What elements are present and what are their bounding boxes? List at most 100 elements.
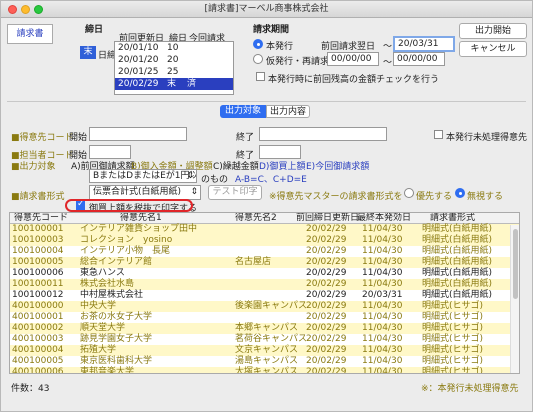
output-target-label: ■出力対象	[11, 162, 56, 172]
condition-select[interactable]: BまたはDまたはEが1円以上 ⇕	[89, 169, 197, 183]
separator	[7, 101, 526, 102]
invoice-form-select[interactable]: 伝票合計式(白紙用紙) ⇕	[89, 185, 201, 200]
table-row[interactable]: 400100001 お茶の水女子大学 20/02/29 11/04/30 明細式(ヒサゴ…	[10, 312, 519, 323]
table-row[interactable]: 400100002 順天堂大学 本郷キャンパス 20/02/29 11/04/30 明細式…	[10, 323, 519, 334]
cell-code: 400100002	[12, 323, 64, 333]
cutoff-row[interactable]: 20/01/25 25	[115, 66, 233, 78]
prefer-radio[interactable]	[404, 188, 414, 198]
staff-end-input[interactable]	[259, 145, 301, 159]
window-title: [請求書]マーベル商事株式会社	[204, 4, 329, 14]
period-label: 請求期間	[253, 25, 290, 35]
cell-last: 11/04/30	[362, 312, 403, 322]
invoice-form-label: ■請求書形式	[11, 192, 65, 202]
target-e: E)今回御請求額	[306, 162, 370, 172]
table-row[interactable]: 100100006 東急ハンス 20/02/29 11/04/30 明細式(白紙用紙)	[10, 268, 519, 279]
cutoff-row-selected[interactable]: 20/02/29 末済	[115, 78, 233, 90]
cutoff-label: 締日	[85, 25, 104, 35]
cell-form: 明細式(ヒサゴ)	[422, 312, 484, 322]
cutoff-row[interactable]: 20/01/10 10	[115, 42, 233, 54]
close-window-icon[interactable]	[8, 5, 17, 14]
cell-code: 400100003	[12, 334, 64, 344]
zoom-window-icon[interactable]	[34, 5, 43, 14]
unprocessed-checkbox[interactable]	[434, 130, 443, 139]
cell-name1: 跡見学園女子大学	[80, 334, 153, 344]
cell-prev: 20/02/29	[306, 367, 347, 374]
cell-name1: インテリア小物 長尾	[80, 246, 171, 256]
cell-form: 明細式(白紙用紙)	[422, 235, 493, 245]
table-row[interactable]: 100100003 コレクション yosino 20/02/29 11/04/30 明細…	[10, 235, 519, 246]
table-row[interactable]: 400100005 東京医科歯科大学 湯島キャンパス 20/02/29 11/04/30…	[10, 356, 519, 367]
balance-check-checkbox[interactable]	[256, 72, 265, 81]
start-output-button[interactable]: 出力開始	[459, 23, 527, 39]
title-bar: [請求書]マーベル商事株式会社	[1, 1, 532, 18]
issue-radio[interactable]	[253, 39, 263, 49]
target-c: C)繰越金額	[213, 162, 259, 172]
cell-code: 100100001	[12, 224, 64, 234]
reissue-to-input[interactable]: 00/00/00	[393, 52, 445, 66]
staff-start-input[interactable]	[89, 145, 131, 159]
header-code[interactable]: 得意先コード	[14, 213, 68, 224]
cutoff-list[interactable]: 20/01/10 10 20/01/20 20 20/01/25 25 20/02/2…	[114, 41, 234, 95]
cell-name1: お茶の水女子大学	[80, 312, 153, 322]
table-row[interactable]: 400100003 跡見学園女子大学 茗荷谷キャンパス 20/02/29 11/04/3…	[10, 334, 519, 345]
minimize-window-icon[interactable]	[21, 5, 30, 14]
cell-name1: 総合インテリア館	[80, 257, 153, 267]
header-prev[interactable]: 前回締日更新日	[296, 213, 359, 224]
header-last[interactable]: 最終本発効日	[357, 213, 411, 224]
header-form[interactable]: 請求書形式	[430, 213, 475, 224]
condition-hint: A-B=C、C+D=E	[235, 175, 307, 185]
cell-last: 11/04/30	[362, 279, 403, 289]
table-row[interactable]: 100100004 インテリア小物 長尾 20/02/29 11/04/30 明細式(白…	[10, 246, 519, 257]
table-header: 得意先コード 得意先名1 得意先名2 前回締日更新日 最終本発効日 請求書形式	[10, 213, 519, 224]
tab-output-content[interactable]: 出力内容	[266, 105, 310, 118]
table-row[interactable]: 100100005 総合インテリア館 名古屋店 20/02/29 11/04/30 明細式…	[10, 257, 519, 268]
tab-output-target[interactable]: 出力対象	[220, 105, 266, 118]
unprocessed-label: 本発行未処理得意先	[446, 133, 528, 143]
test-print-button[interactable]: テスト印字	[208, 185, 262, 200]
cancel-button[interactable]: キャンセル	[459, 41, 527, 57]
cell-last: 11/04/30	[362, 235, 403, 245]
period-to-input[interactable]: 20/03/31	[393, 36, 455, 52]
cell-prev: 20/02/29	[306, 235, 347, 245]
tab-invoice[interactable]: 請求書	[7, 24, 53, 44]
table-row[interactable]: 400100000 中央大学 後楽園キャンパス 20/02/29 11/04/30 明細式…	[10, 301, 519, 312]
cell-form: 明細式(白紙用紙)	[422, 257, 493, 267]
cell-form: 明細式(白紙用紙)	[422, 290, 493, 300]
cell-last: 11/04/30	[362, 345, 403, 355]
cutoff-day-button[interactable]: 末	[80, 46, 96, 59]
condition-suffix: のもの	[201, 175, 229, 185]
cell-name1: 中央大学	[80, 301, 117, 311]
from-label: 前回請求翌日	[321, 42, 376, 52]
cell-form: 明細式(白紙用紙)	[422, 268, 493, 278]
table-row[interactable]: 100100011 株式会社水島 20/02/29 11/04/30 明細式(白紙用紙)	[10, 279, 519, 290]
header-name2[interactable]: 得意先名2	[235, 213, 277, 224]
customer-start-input[interactable]	[89, 127, 187, 141]
cell-form: 明細式(ヒサゴ)	[422, 323, 484, 333]
cell-last: 11/04/30	[362, 246, 403, 256]
customer-table[interactable]: 得意先コード 得意先名1 得意先名2 前回締日更新日 最終本発効日 請求書形式 …	[9, 212, 520, 374]
cell-code: 400100000	[12, 301, 64, 311]
scroll-thumb[interactable]	[513, 229, 518, 299]
table-row[interactable]: 100100001 インテリア雑貨ショップ田中 20/02/29 11/04/30 明細…	[10, 224, 519, 235]
ignore-radio[interactable]	[455, 188, 465, 198]
reissue-from-input[interactable]: 00/00/00	[327, 52, 379, 66]
cell-code: 100100011	[12, 279, 64, 289]
cell-last: 11/04/30	[362, 334, 403, 344]
cell-name2: 湯島キャンパス	[235, 356, 299, 366]
cutoff-row[interactable]: 20/01/20 20	[115, 54, 233, 66]
tilde-2: 〜	[383, 58, 393, 68]
table-scrollbar[interactable]	[510, 225, 519, 373]
cell-code: 400100006	[12, 367, 64, 374]
table-row[interactable]: 400100004 拓殖大学 文京キャンパス 20/02/29 11/04/30 明細式(…	[10, 345, 519, 356]
cell-last: 11/04/30	[362, 268, 403, 278]
header-name1[interactable]: 得意先名1	[120, 213, 162, 224]
cell-form: 明細式(ヒサゴ)	[422, 345, 484, 355]
customer-end-label: 終了	[236, 133, 255, 143]
balance-check-label: 本発行時に前回残高の金額チェックを行う	[268, 75, 440, 85]
table-row[interactable]: 400100006 東邦音楽大学 大塚キャンパス 20/02/29 11/04/30 明細…	[10, 367, 519, 374]
form-note: ※得意先マスターの請求書形式を	[269, 192, 403, 202]
customer-end-input[interactable]	[259, 127, 387, 141]
customer-start-label: 開始	[69, 133, 88, 143]
table-row[interactable]: 100100012 中村屋株式会社 20/02/29 20/03/31 明細式(白紙用紙…	[10, 290, 519, 301]
reissue-radio[interactable]	[253, 54, 263, 64]
